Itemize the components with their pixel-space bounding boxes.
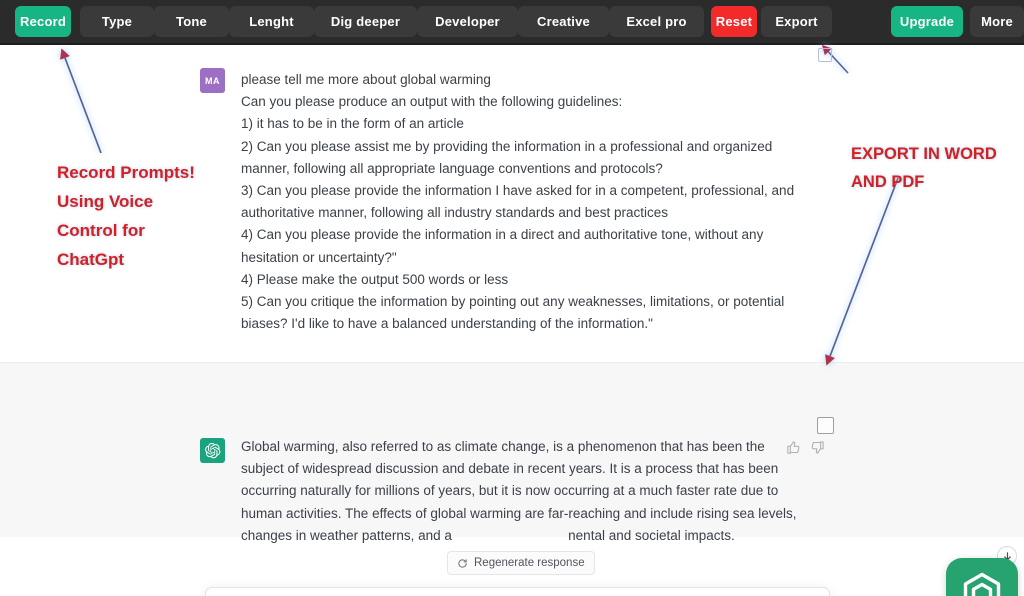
annotation-right-line: AND PDF (851, 173, 925, 191)
annotation-left-line: Control for (57, 221, 145, 240)
annotation-right-line: EXPORT IN WORD (851, 145, 997, 163)
annotation-arrows (60, 44, 899, 366)
chatgpt-screenshot: Record Type Tone Lenght Dig deeper Developer C… (0, 0, 1024, 596)
annotation-left-line: ChatGpt (57, 250, 125, 269)
export-copy-icon[interactable] (818, 48, 832, 62)
arrow-to-copy-icon (825, 177, 899, 366)
annotation-record-prompts: Record Prompts! Using Voice Control for Cha… (57, 158, 195, 274)
annotation-left-line: Record Prompts! (57, 163, 195, 182)
annotation-export-word-pdf: EXPORT IN WORD AND PDF (851, 140, 997, 196)
arrow-to-record-button (60, 48, 102, 154)
annotation-left-line: Using Voice (57, 192, 154, 211)
